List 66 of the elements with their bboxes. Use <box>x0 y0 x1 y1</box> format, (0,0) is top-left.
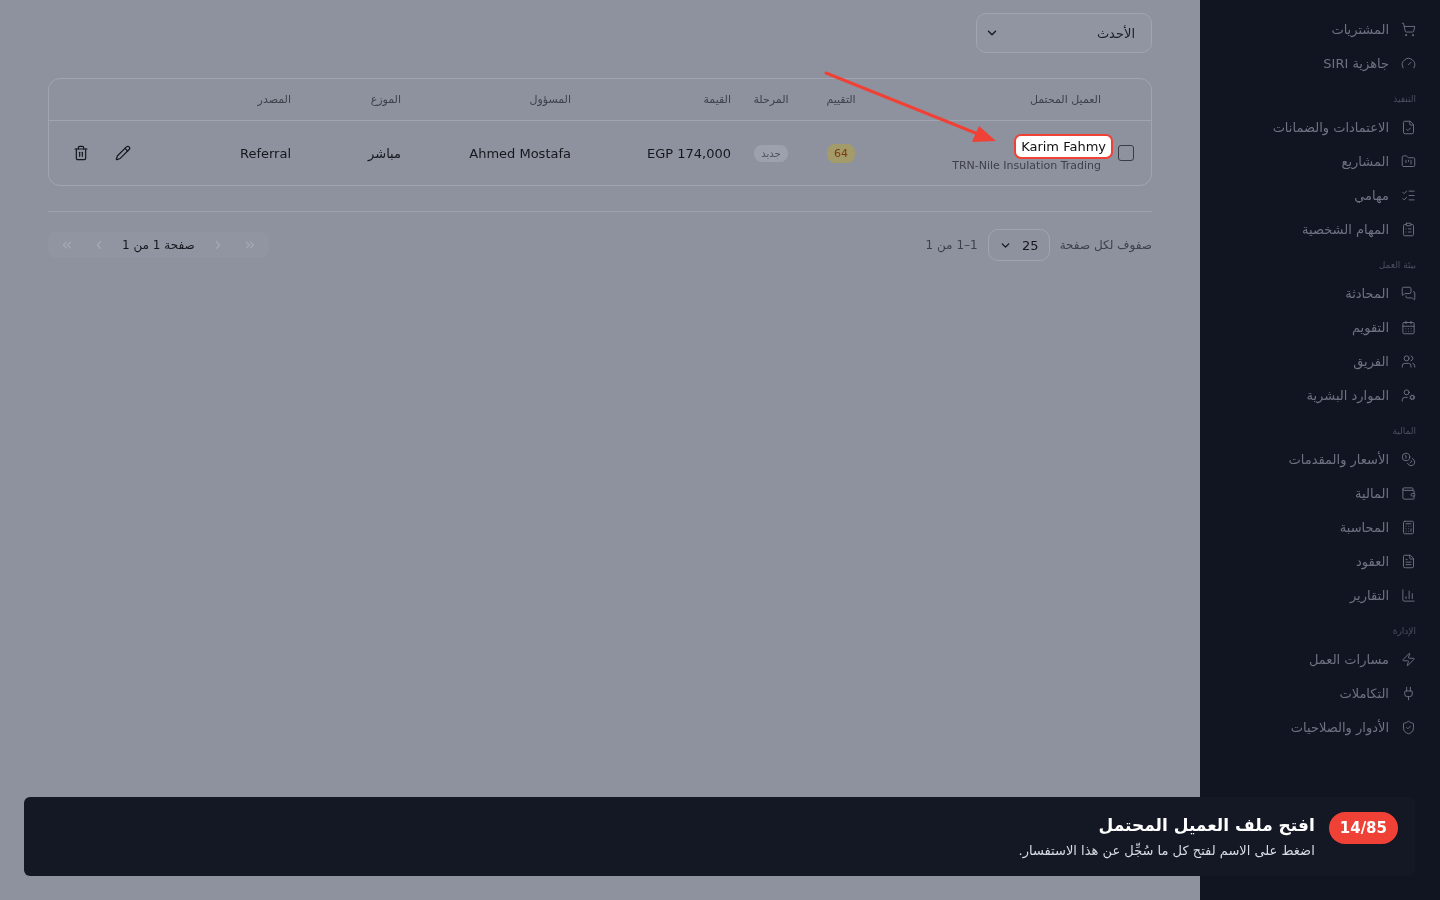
score-badge: 64 <box>827 143 855 163</box>
range-label: 1–1 من 1 <box>925 238 978 252</box>
users-icon <box>1401 353 1416 369</box>
tour-description: اضغط على الاسم لفتح كل ما سُجِّل عن هذا الاستفسار. <box>1018 843 1315 858</box>
stage-badge: جديد <box>754 144 788 162</box>
clipboard-icon <box>1401 221 1416 237</box>
sidebar-item[interactable]: المالية <box>1200 476 1416 510</box>
sidebar-item[interactable]: الأدوار والصلاحيات <box>1200 710 1416 744</box>
company-name: TRN-Nile Insulation Trading <box>952 159 1101 172</box>
section-title: الإدارة <box>1391 626 1416 636</box>
step-badge: 14/85 <box>1328 812 1398 844</box>
sidebar-item[interactable]: جاهزية SIRI <box>1200 46 1416 80</box>
chat-icon <box>1401 285 1416 301</box>
table-cell: EGP 174,000 <box>646 145 731 161</box>
column-header: القيمة <box>571 79 731 121</box>
coins-icon <box>1401 451 1416 467</box>
tour-title: افتح ملف العميل المحتمل <box>1097 815 1315 835</box>
sidebar-item[interactable]: المحاسبة <box>1200 510 1416 544</box>
sidebar-item[interactable]: المشاريع <box>1200 144 1416 178</box>
sort-select[interactable]: الأحدث <box>976 13 1152 53</box>
sidebar-item[interactable]: الاعتمادات والضمانات <box>1200 110 1416 144</box>
sidebar-item[interactable]: المحادثة <box>1200 276 1416 310</box>
file-check-icon <box>1401 119 1416 135</box>
table-cell: مباشر <box>368 145 401 161</box>
sidebar-item[interactable]: الفريق <box>1200 344 1416 378</box>
section-title: التنفيذ <box>1392 94 1416 104</box>
section-title: المالية <box>1391 426 1416 436</box>
calculator-icon <box>1401 519 1416 535</box>
sidebar-item[interactable]: التقويم <box>1200 310 1416 344</box>
calendar-icon <box>1401 319 1416 335</box>
lightning-icon <box>1401 651 1416 667</box>
page-label: صفحة 1 من 1 <box>122 238 195 252</box>
document-icon <box>1401 553 1416 569</box>
rows-per-page-select[interactable]: 25 <box>987 229 1050 261</box>
sidebar-item[interactable]: التقارير <box>1200 578 1416 612</box>
trash-icon <box>73 145 89 161</box>
column-header: العميل المحتمل <box>871 79 1101 121</box>
sidebar-item[interactable]: المشتريات <box>1200 12 1416 46</box>
column-header: التقييم <box>811 79 871 121</box>
checklist-icon <box>1401 187 1416 203</box>
table-cell: Ahmed Mostafa <box>469 145 571 161</box>
lead-name-link[interactable]: Karim Fahmy <box>1014 134 1113 159</box>
shield-icon <box>1401 719 1416 735</box>
column-header: المصدر <box>196 79 291 121</box>
column-header: المسؤول <box>401 79 571 121</box>
section-title: بيئة العمل <box>1377 260 1416 270</box>
table-cell: Referral <box>239 145 291 161</box>
column-header: المرحلة <box>731 79 811 121</box>
bar-chart-icon <box>1401 587 1416 603</box>
sidebar-item[interactable]: التكاملات <box>1200 676 1416 710</box>
gauge-icon <box>1401 55 1416 71</box>
sidebar-item[interactable]: المهام الشخصية <box>1200 212 1416 246</box>
folder-icon <box>1401 153 1416 169</box>
sidebar-item[interactable]: مسارات العمل <box>1200 642 1416 676</box>
rows-per-page-label: صفوف لكل صفحة <box>1059 238 1152 252</box>
column-header: الموزع <box>291 79 401 121</box>
sidebar-item[interactable]: مهامي <box>1200 178 1416 212</box>
wallet-icon <box>1401 485 1416 501</box>
user-gear-icon <box>1401 387 1416 403</box>
sidebar-item[interactable]: العقود <box>1200 544 1416 578</box>
sidebar-item[interactable]: الموارد البشرية <box>1200 378 1416 412</box>
row-checkbox[interactable] <box>1118 145 1134 161</box>
sidebar-item[interactable]: الأسعار والمقدمات <box>1200 442 1416 476</box>
plug-icon <box>1401 685 1416 701</box>
cart-icon <box>1401 21 1416 37</box>
pencil-icon <box>115 145 131 161</box>
